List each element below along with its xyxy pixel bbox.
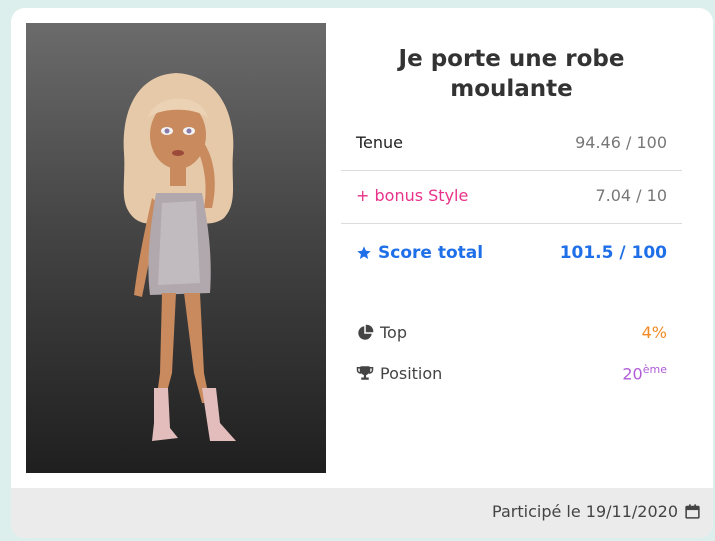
avatar-figure [123, 73, 236, 441]
score-panel: Je porte une robe moulante Tenue 94.46 /… [341, 23, 682, 383]
position-value: 20ème [622, 363, 667, 383]
tenue-row: Tenue 94.46 / 100 [341, 133, 682, 152]
pie-chart-icon [358, 324, 374, 340]
top-value: 4% [641, 323, 667, 342]
trophy-icon [356, 366, 374, 380]
participation-text: Participé le 19/11/2020 [492, 502, 678, 521]
avatar-portrait [26, 23, 326, 473]
outfit-card: Je porte une robe moulante Tenue 94.46 /… [11, 8, 713, 538]
tenue-label: Tenue [356, 133, 404, 152]
bonus-label: + bonus Style [356, 186, 469, 205]
top-label: Top [380, 323, 407, 342]
position-row: Position 20ème [341, 363, 682, 383]
card-footer: Participé le 19/11/2020 [11, 488, 713, 538]
star-icon [357, 246, 371, 259]
bonus-row: + bonus Style 7.04 / 10 [341, 186, 682, 205]
total-value: 101.5 / 100 [559, 243, 667, 263]
divider [341, 170, 682, 171]
total-row: Score total 101.5 / 100 [341, 243, 682, 263]
total-label: Score total [378, 243, 484, 263]
outfit-title: Je porte une robe moulante [398, 46, 625, 102]
position-label: Position [380, 363, 443, 383]
bonus-value: 7.04 / 10 [595, 186, 667, 205]
position-suffix: ème [642, 363, 667, 376]
calendar-icon [685, 504, 700, 519]
divider [341, 223, 682, 224]
top-row: Top 4% [341, 323, 682, 342]
participation-date: Participé le 19/11/2020 [492, 502, 701, 521]
position-number: 20 [622, 364, 643, 384]
tenue-value: 94.46 / 100 [575, 133, 667, 152]
